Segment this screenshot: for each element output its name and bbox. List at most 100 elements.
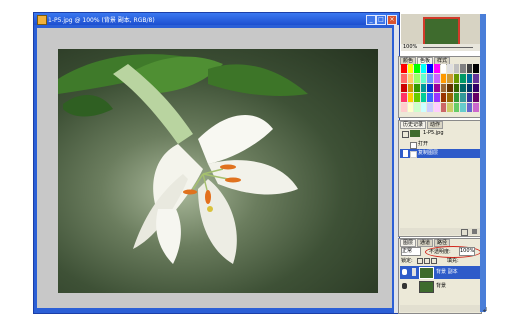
color-swatch[interactable] [407,64,414,73]
panel-dock-scrollbar[interactable] [480,14,486,312]
color-swatch[interactable] [466,64,473,73]
color-swatch[interactable] [466,103,473,112]
canvas-area[interactable] [37,28,392,308]
history-brush-icon [403,150,408,157]
color-swatch[interactable] [447,73,453,83]
lock-label: 锁定: [401,258,413,264]
color-swatch[interactable] [427,83,433,93]
layer-row-background[interactable]: 背景 [400,280,480,293]
color-swatch[interactable] [427,103,433,112]
color-swatch[interactable] [401,103,407,112]
color-swatch[interactable] [407,103,414,112]
color-swatch[interactable] [420,103,427,112]
color-swatch[interactable] [453,64,460,73]
color-swatch[interactable] [447,83,453,93]
color-swatch[interactable] [420,93,427,103]
swatches-panel: 颜色 色板 样式 [398,56,482,118]
color-swatch[interactable] [440,83,447,93]
color-swatch[interactable] [414,73,420,83]
color-swatch[interactable] [447,64,453,73]
color-swatch[interactable] [460,73,466,83]
lock-position-icon[interactable] [431,258,437,264]
color-swatch[interactable] [453,73,460,83]
snapshot-checkbox[interactable] [402,131,409,138]
color-swatch[interactable] [453,83,460,93]
color-swatch[interactable] [420,64,427,73]
lock-pixels-icon[interactable] [424,258,430,264]
color-swatch[interactable] [414,103,420,112]
color-swatch[interactable] [473,103,479,112]
brush-icon [412,268,416,276]
color-swatch[interactable] [473,73,479,83]
color-swatch[interactable] [466,93,473,103]
color-swatch[interactable] [401,93,407,103]
color-swatch[interactable] [460,83,466,93]
trash-icon[interactable] [472,229,477,234]
color-swatch[interactable] [453,93,460,103]
zoom-slider[interactable] [423,47,473,48]
color-swatch[interactable] [440,93,447,103]
blend-mode-select[interactable]: 正常 [401,247,421,256]
color-swatch[interactable] [414,93,420,103]
new-snapshot-icon[interactable] [461,229,468,236]
color-swatch[interactable] [414,83,420,93]
eye-icon[interactable] [402,269,407,275]
layer-thumbnail [419,281,434,293]
color-swatch[interactable] [466,83,473,93]
tab-actions[interactable]: 动作 [427,121,444,129]
color-swatch[interactable] [433,64,440,73]
close-button[interactable]: × [387,15,397,25]
opacity-field[interactable]: 100% [459,247,475,256]
navigator-zoom-value[interactable]: 100% [403,44,417,50]
color-swatch[interactable] [433,73,440,83]
color-swatch[interactable] [440,64,447,73]
color-swatch[interactable] [447,103,453,112]
color-swatch[interactable] [473,93,479,103]
lock-transparent-icon[interactable] [417,258,423,264]
color-swatch[interactable] [420,73,427,83]
color-swatch[interactable] [460,93,466,103]
tab-history[interactable]: 历史记录 [400,121,427,129]
navigator-zoom-bar[interactable]: 100% [401,44,480,51]
color-swatch[interactable] [460,64,466,73]
color-swatch[interactable] [407,83,414,93]
color-swatch[interactable] [473,64,479,73]
color-swatch[interactable] [453,103,460,112]
color-swatch[interactable] [427,93,433,103]
color-swatch[interactable] [433,83,440,93]
color-swatch[interactable] [427,73,433,83]
color-swatch[interactable] [473,83,479,93]
color-swatch[interactable] [433,103,440,112]
color-swatch[interactable] [420,83,427,93]
minimize-button[interactable]: _ [366,15,376,25]
color-swatch[interactable] [440,103,447,112]
history-item-duplicate-layer[interactable]: 复制图层 [400,149,480,158]
color-swatch[interactable] [440,73,447,83]
layer-row-background-copy[interactable]: 背景 副本 [400,266,480,279]
color-swatch[interactable] [427,64,433,73]
history-tabs: 历史记录 动作 [400,121,444,129]
history-item-label: 打开 [418,141,429,147]
tab-layers[interactable]: 图层 [400,239,417,247]
eye-icon[interactable] [402,283,407,289]
color-swatch[interactable] [447,93,453,103]
color-swatch[interactable] [401,64,407,73]
maximize-button[interactable]: □ [376,15,386,25]
color-swatch[interactable] [433,93,440,103]
history-item-open[interactable]: 打开 [400,140,480,149]
color-swatch[interactable] [401,73,407,83]
layer-name: 背景 [436,283,447,289]
tab-channels[interactable]: 通道 [417,239,434,247]
fill-label: 填充: [447,258,459,264]
color-swatch[interactable] [460,103,466,112]
title-bar[interactable]: 1-P5.jpg @ 100% (背景 副本, RGB/8) _ □ × [34,13,399,25]
history-snapshot[interactable]: 1-P5.jpg [400,129,480,138]
color-swatch[interactable] [401,83,407,93]
color-swatch[interactable] [466,73,473,83]
color-swatch[interactable] [407,73,414,83]
layer-thumbnail [419,267,434,279]
lily-flower-image [58,54,308,264]
history-panel: 历史记录 动作 1-P5.jpg 打开 复制图层 [398,120,482,237]
color-swatch[interactable] [414,64,420,73]
color-swatch[interactable] [407,93,414,103]
